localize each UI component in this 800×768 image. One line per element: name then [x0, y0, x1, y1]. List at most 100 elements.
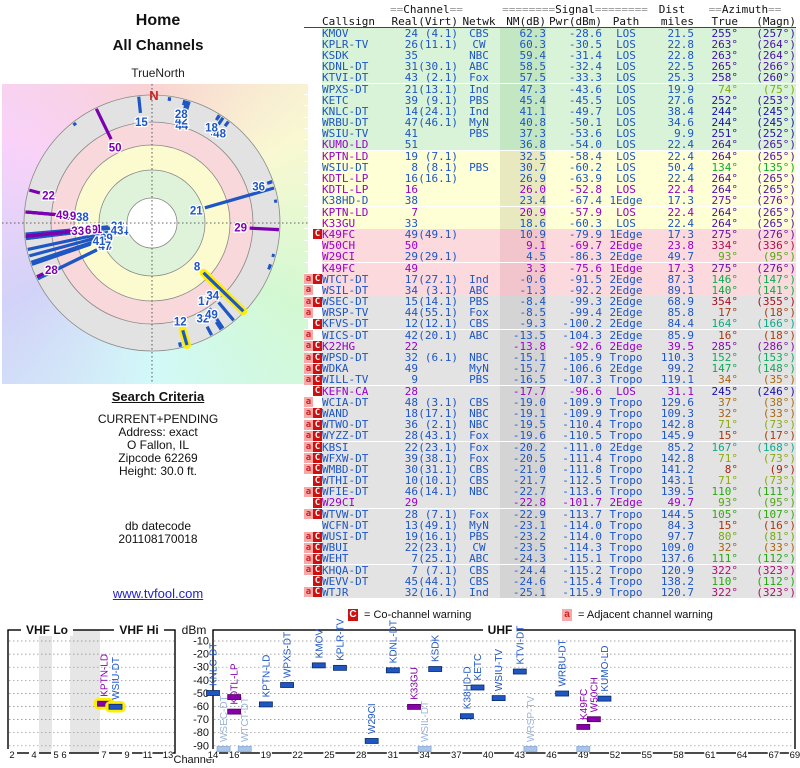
uhf-tick-label: 69: [790, 750, 800, 761]
cell-miles: 49.7: [650, 251, 694, 263]
marker-label-KMOV: KMOV: [314, 629, 325, 659]
co-channel-warning-badge: C: [313, 475, 322, 486]
adjacent-warning-badge: a: [304, 352, 313, 363]
radar-channel-label: 8: [194, 261, 201, 273]
cell-miles: 85.9: [650, 329, 694, 341]
cell-miles: 19.9: [650, 83, 694, 95]
cell-Callsign: WTVW-DT: [322, 508, 390, 520]
warning-slot: [304, 95, 313, 105]
column-header-Virt: (Virt): [418, 14, 458, 28]
cell-miles: 120.7: [650, 586, 694, 598]
cell-Magn: (35°): [738, 374, 796, 386]
adjacent-warning-badge: a: [304, 486, 313, 497]
warning-slot: [304, 229, 313, 239]
warning-slot: [313, 28, 322, 38]
cell-NMdB: 47.3: [500, 83, 546, 95]
cell-True: 93°: [694, 251, 738, 263]
channel-table: ==Channel== ========Signal======== Dist ==A…: [304, 3, 796, 599]
uhf-label: UHF: [488, 623, 513, 637]
cell-miles: 21.5: [650, 27, 694, 39]
warning-gutter: [304, 263, 322, 273]
cell-Real: 7: [390, 206, 418, 218]
adjacent-warning-badge: a: [304, 307, 313, 318]
column-header-PwrdBm: Pwr(dBm): [549, 14, 602, 28]
radar-line-ch22: [177, 342, 183, 348]
warning-gutter: [304, 129, 322, 139]
cell-Netwk: Ind: [458, 586, 500, 598]
radar-channel-label: 50: [109, 142, 122, 154]
warning-gutter: [304, 39, 322, 49]
marker-label-KPTN-LD: KPTN-LD: [261, 655, 272, 698]
cell-Path: Tropo: [602, 564, 650, 576]
warning-slot: [313, 308, 322, 318]
chart-marker-KSDK: [428, 666, 443, 672]
radar-line-ch13: [182, 99, 187, 104]
marker-label-WSEC-DT: WSEC-DT: [219, 695, 230, 742]
co-channel-warning-badge: C: [313, 542, 322, 553]
cell-Netwk: Fox: [458, 72, 500, 84]
cell-Path: 2Edge: [602, 251, 650, 263]
cell-Path: 2Edge: [602, 497, 650, 509]
radar-channel-label: 41: [93, 236, 106, 248]
radar-line-ch32: [72, 121, 77, 127]
column-header-miles: miles: [660, 14, 694, 28]
cell-Real: 51: [390, 139, 418, 151]
cell-Virt: (20.1): [418, 328, 458, 342]
tvfool-link[interactable]: www.tvfool.com: [113, 586, 203, 601]
chart-marker-KETC: [470, 684, 485, 691]
cell-Real: 22: [390, 441, 418, 453]
warning-slot: [304, 498, 313, 508]
cell-Netwk: [458, 240, 500, 252]
warning-slot: [304, 118, 313, 128]
group-header-azimuth: ==Azimuth==: [708, 2, 782, 16]
warning-slot: [313, 397, 322, 407]
co-channel-warning-badge: C: [313, 453, 322, 464]
cell-PwrdBm: -101.7: [546, 497, 602, 509]
warning-slot: [313, 207, 322, 217]
warning-slot: [304, 28, 313, 38]
cell-True: 258°: [694, 72, 738, 84]
cell-Real: 9: [390, 374, 418, 386]
warning-gutter: [304, 62, 322, 72]
cell-miles: 17.3: [650, 262, 694, 274]
cell-Netwk: [458, 206, 500, 218]
north-indicator: N: [149, 88, 158, 103]
warning-slot: [304, 520, 313, 530]
co-channel-warning-badge: C: [313, 430, 322, 441]
cell-Netwk: [458, 195, 500, 207]
warning-gutter: aC: [304, 542, 322, 553]
warning-slot: [313, 50, 322, 60]
warning-gutter: aC: [304, 453, 322, 464]
cell-Callsign: WILL-TV: [322, 374, 390, 386]
cell-Path: LOS: [602, 27, 650, 39]
chart-marker-WSEC-DT: [216, 746, 231, 752]
cell-Virt: (11.1): [418, 37, 458, 51]
cell-NMdB: 62.3: [500, 27, 546, 39]
cell-PwrdBm: -43.6: [546, 83, 602, 95]
cell-Callsign: KUMO-LD: [322, 139, 390, 151]
cell-True: 255°: [694, 27, 738, 39]
chart-marker-WRSP-TV: [523, 746, 538, 752]
cell-Callsign: K49FC: [322, 262, 390, 274]
cell-NMdB: 32.5: [500, 150, 546, 162]
cell-Virt: (16.1): [418, 172, 458, 186]
y-tick-label: -20: [193, 649, 209, 661]
cell-Netwk: Fox: [458, 508, 500, 520]
co-channel-warning-badge: C: [313, 352, 322, 363]
vhf-tick-label: 7: [101, 750, 106, 761]
co-channel-warning-badge: C: [313, 565, 322, 576]
adjacent-warning-badge: a: [304, 374, 313, 385]
warning-gutter: [304, 174, 322, 184]
co-channel-warning-badge: C: [313, 442, 322, 453]
warning-gutter: [304, 28, 322, 38]
cell-NMdB: -22.9: [500, 508, 546, 520]
warning-slot: [304, 218, 313, 228]
cell-miles: 137.6: [650, 553, 694, 565]
cell-PwrdBm: -110.5: [546, 430, 602, 442]
cell-Callsign: WPXS-DT: [322, 83, 390, 95]
warning-slot: [304, 319, 313, 329]
warning-slot: [313, 241, 322, 251]
uhf-tick-label: 61: [705, 750, 716, 761]
cell-PwrdBm: -104.3: [546, 329, 602, 341]
cell-True: 74°: [694, 83, 738, 95]
